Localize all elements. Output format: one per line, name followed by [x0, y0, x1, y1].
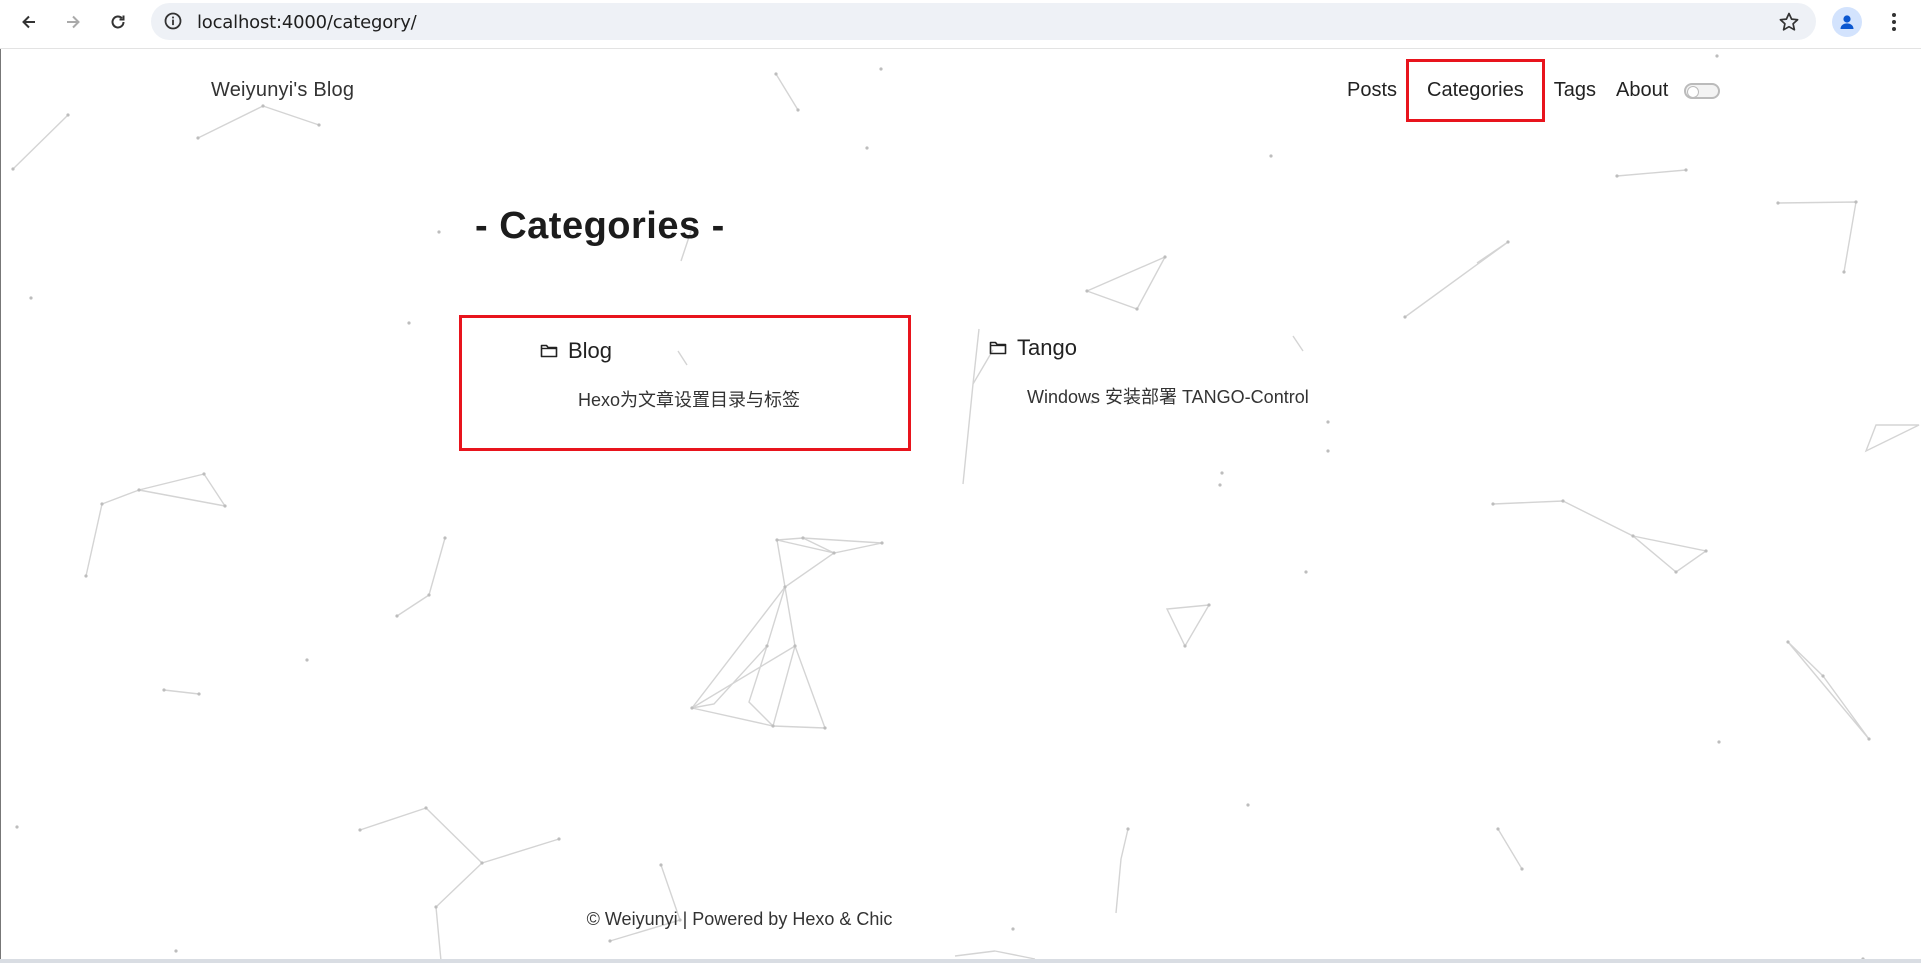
- person-icon: [1840, 15, 1854, 29]
- footer-text: © Weiyunyi | Powered by Hexo & Chic: [586, 909, 893, 929]
- browser-window: localhost:4000/category/ Weiyunyi's Blog…: [0, 0, 1921, 963]
- page-content: Weiyunyi's Blog Posts Categories Tags Ab…: [0, 49, 1921, 961]
- toggle-knob: [1687, 86, 1699, 98]
- category-link-tango[interactable]: Tango: [989, 335, 1077, 361]
- page-footer: © Weiyunyi | Powered by Hexo & Chic: [1, 909, 1921, 930]
- profile-button[interactable]: [1832, 7, 1862, 37]
- nav-about[interactable]: About: [1606, 79, 1678, 102]
- particle-background: [11, 54, 1920, 961]
- main-nav: Posts Categories Tags About: [1337, 59, 1678, 122]
- category-card-blog: Blog Hexo为文章设置目录与标签: [459, 315, 911, 451]
- post-link[interactable]: Hexo为文章设置目录与标签: [578, 386, 800, 412]
- nav-posts[interactable]: Posts: [1337, 79, 1407, 102]
- reload-icon: [111, 15, 125, 29]
- folder-icon: [540, 344, 558, 358]
- nav-tags[interactable]: Tags: [1544, 79, 1606, 102]
- address-bar[interactable]: localhost:4000/category/: [151, 3, 1816, 40]
- window-bottom-edge: [0, 959, 1921, 963]
- arrow-right-icon: [67, 15, 80, 29]
- reload-button[interactable]: [102, 6, 134, 38]
- info-icon[interactable]: [163, 11, 183, 31]
- kebab-menu-icon: [1892, 13, 1896, 31]
- category-name[interactable]: Tango: [1017, 335, 1077, 361]
- forward-button[interactable]: [57, 6, 89, 38]
- site-title[interactable]: Weiyunyi's Blog: [211, 79, 354, 102]
- url-text[interactable]: localhost:4000/category/: [197, 12, 417, 33]
- category-link-blog[interactable]: Blog: [540, 338, 612, 364]
- dark-mode-toggle[interactable]: [1684, 83, 1720, 99]
- browser-toolbar: localhost:4000/category/: [0, 0, 1921, 49]
- post-link[interactable]: Windows 安装部署 TANGO-Control: [1027, 383, 1309, 409]
- nav-categories[interactable]: Categories: [1406, 59, 1545, 122]
- back-button[interactable]: [13, 6, 45, 38]
- category-card-tango: Tango Windows 安装部署 TANGO-Control: [915, 315, 1375, 451]
- browser-menu-button[interactable]: [1884, 8, 1904, 36]
- category-name[interactable]: Blog: [568, 338, 612, 364]
- folder-icon: [989, 341, 1007, 355]
- arrow-left-icon: [22, 15, 35, 29]
- page-title: - Categories -: [475, 205, 725, 247]
- star-icon[interactable]: [1778, 11, 1800, 33]
